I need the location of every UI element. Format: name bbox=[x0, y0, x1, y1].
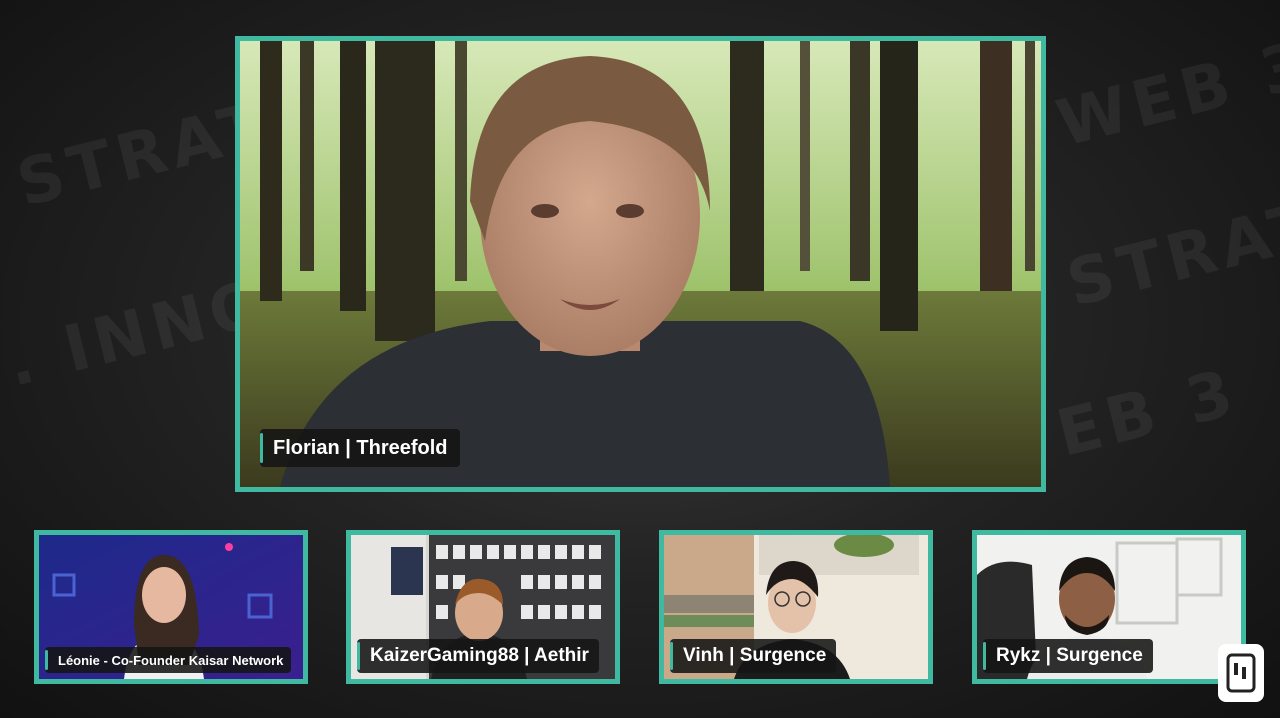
participant-tile-kaizergaming88[interactable]: KaizerGaming88 | Aethir bbox=[346, 530, 620, 684]
main-speaker-tile[interactable]: Florian | Threefold bbox=[235, 36, 1046, 492]
name-tag-accent bbox=[45, 650, 48, 670]
bg-text-3: WEB 3 bbox=[1050, 27, 1280, 162]
bg-text-5: EB 3 bbox=[1050, 355, 1246, 472]
bg-text-4: STRAT bbox=[1060, 187, 1280, 322]
name-tag-accent bbox=[260, 433, 263, 463]
name-tag-accent bbox=[983, 642, 986, 670]
name-tag-accent bbox=[357, 642, 360, 670]
participant-name: Rykz | Surgence bbox=[996, 645, 1143, 666]
main-speaker-name: Florian | Threefold bbox=[273, 436, 448, 459]
participant-name-tag: Vinh | Surgence bbox=[670, 639, 837, 673]
main-speaker-name-tag: Florian | Threefold bbox=[260, 429, 460, 467]
participant-name-tag: Léonie - Co-Founder Kaisar Network bbox=[45, 647, 292, 673]
main-speaker-video bbox=[240, 41, 1041, 487]
participant-name-tag: KaizerGaming88 | Aethir bbox=[357, 639, 599, 673]
name-tag-accent bbox=[670, 642, 673, 670]
participant-name-tag: Rykz | Surgence bbox=[983, 639, 1153, 673]
participant-name: KaizerGaming88 | Aethir bbox=[370, 645, 589, 666]
corner-logo-icon bbox=[1218, 644, 1264, 702]
participant-name: Vinh | Surgence bbox=[683, 645, 827, 666]
participant-name: Léonie - Co-Founder Kaisar Network bbox=[58, 652, 284, 668]
participant-tile-vinh[interactable]: Vinh | Surgence bbox=[659, 530, 933, 684]
logo-mark-icon bbox=[1226, 653, 1256, 693]
participant-tile-leonie[interactable]: Léonie - Co-Founder Kaisar Network bbox=[34, 530, 308, 684]
participant-tile-rykz[interactable]: Rykz | Surgence bbox=[972, 530, 1246, 684]
